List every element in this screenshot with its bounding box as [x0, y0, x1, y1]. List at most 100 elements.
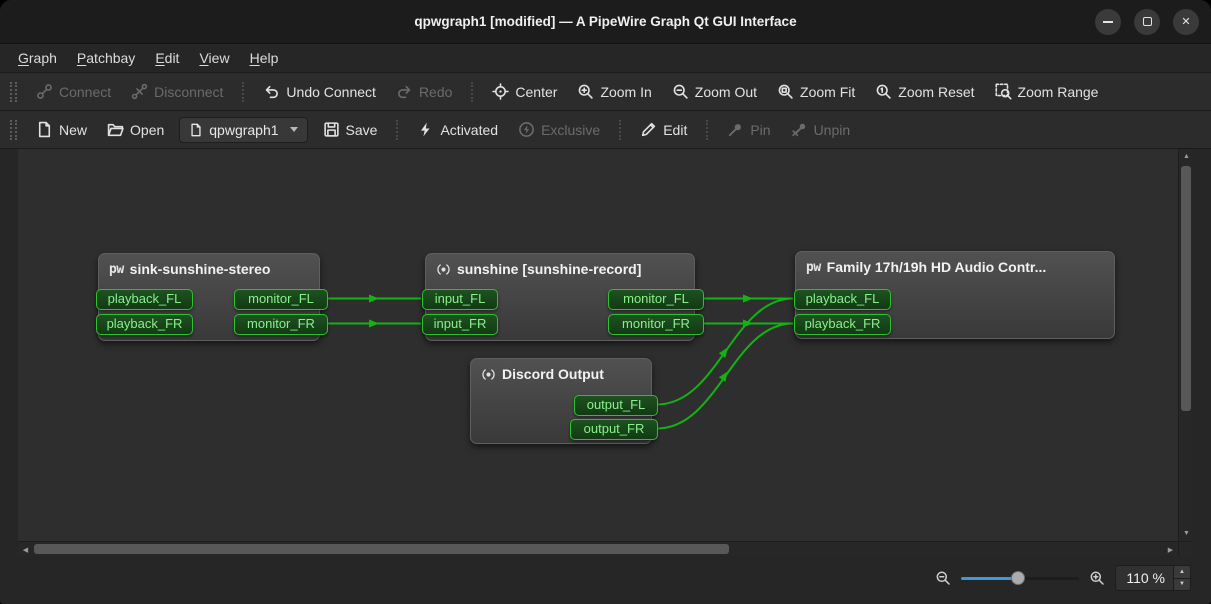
- toolbar-separator: [242, 82, 244, 102]
- edit-toggle[interactable]: Edit: [631, 116, 696, 143]
- port-output-fl[interactable]: output_FL: [574, 395, 658, 416]
- node-discord-output[interactable]: Discord Output output_FL output_FR: [470, 358, 652, 444]
- menu-help[interactable]: Help: [240, 47, 289, 69]
- vertical-scrollbar[interactable]: ▲ ▼: [1178, 149, 1193, 541]
- scroll-right-arrow[interactable]: ▶: [1163, 542, 1178, 557]
- toolbar-drag-handle[interactable]: [10, 120, 17, 140]
- toolbar-main: Connect Disconnect Undo Connect Redo Cen…: [0, 73, 1211, 111]
- activated-toggle[interactable]: Activated: [408, 116, 507, 143]
- zoom-reset-button[interactable]: Zoom Reset: [866, 78, 983, 105]
- window-title: qpwgraph1 [modified] — A PipeWire Graph …: [414, 14, 796, 29]
- open-button[interactable]: Open: [98, 116, 173, 143]
- open-folder-icon: [107, 121, 124, 138]
- toolbar-separator: [706, 120, 708, 140]
- menu-view[interactable]: View: [189, 47, 239, 69]
- menu-patchbay[interactable]: Patchbay: [67, 47, 145, 69]
- zoom-in-icon[interactable]: [1089, 570, 1105, 586]
- zoom-slider-handle[interactable]: [1011, 571, 1025, 585]
- port-input-fl[interactable]: input_FL: [422, 289, 498, 310]
- patchbay-file-icon: [189, 123, 203, 137]
- port-monitor-fl[interactable]: monitor_FL: [234, 289, 328, 310]
- port-playback-fr[interactable]: playback_FR: [96, 314, 193, 335]
- save-button[interactable]: Save: [314, 116, 387, 143]
- minimize-button[interactable]: [1095, 9, 1121, 35]
- spin-up-button[interactable]: ▲: [1174, 566, 1190, 579]
- port-monitor-fr[interactable]: monitor_FR: [608, 314, 704, 335]
- scrollbar-corner: [1178, 541, 1193, 556]
- edge-arrow-icon: [743, 320, 753, 328]
- zoom-spin-arrows: ▲ ▼: [1173, 566, 1190, 590]
- port-playback-fl[interactable]: playback_FL: [794, 289, 891, 310]
- record-icon: [481, 367, 496, 382]
- zoom-range-button[interactable]: Zoom Range: [986, 78, 1108, 105]
- zoom-fit-button[interactable]: Zoom Fit: [768, 78, 864, 105]
- vertical-scroll-handle[interactable]: [1181, 166, 1191, 411]
- menu-edit[interactable]: Edit: [145, 47, 189, 69]
- port-input-fr[interactable]: input_FR: [422, 314, 498, 335]
- node-title: pw sink-sunshine-stereo: [99, 254, 319, 277]
- unpin-icon: [791, 121, 808, 138]
- node-title: Discord Output: [471, 359, 651, 382]
- zoom-spinbox[interactable]: 110 % ▲ ▼: [1115, 565, 1191, 591]
- zoom-out-icon[interactable]: [935, 570, 951, 586]
- edge-arrow-icon: [369, 295, 379, 303]
- zoom-reset-icon: [875, 83, 892, 100]
- redo-button[interactable]: Redo: [387, 78, 461, 105]
- patchbay-combobox-value: qpwgraph1: [209, 122, 278, 138]
- undo-connect-button[interactable]: Undo Connect: [254, 78, 385, 105]
- menu-graph[interactable]: Graph: [8, 47, 67, 69]
- exclusive-bolt-icon: [518, 121, 535, 138]
- graph-canvas[interactable]: pw sink-sunshine-stereo playback_FL play…: [18, 149, 1178, 541]
- maximize-icon: [1143, 17, 1152, 26]
- exclusive-toggle[interactable]: Exclusive: [509, 116, 609, 143]
- zoom-out-button[interactable]: Zoom Out: [663, 78, 766, 105]
- zoom-in-button[interactable]: Zoom In: [568, 78, 660, 105]
- toolbar-drag-handle[interactable]: [10, 82, 17, 102]
- horizontal-scroll-handle[interactable]: [34, 544, 729, 554]
- titlebar[interactable]: qpwgraph1 [modified] — A PipeWire Graph …: [0, 0, 1211, 44]
- center-button[interactable]: Center: [483, 78, 566, 105]
- center-icon: [492, 83, 509, 100]
- zoom-value[interactable]: 110 %: [1116, 566, 1173, 590]
- undo-icon: [263, 83, 280, 100]
- spin-down-button[interactable]: ▼: [1174, 579, 1190, 591]
- node-sunshine[interactable]: sunshine [sunshine-record] input_FL inpu…: [425, 253, 695, 341]
- port-monitor-fl[interactable]: monitor_FL: [608, 289, 704, 310]
- maximize-button[interactable]: [1134, 9, 1160, 35]
- horizontal-scrollbar[interactable]: ◀ ▶: [18, 541, 1178, 556]
- disconnect-icon: [131, 83, 148, 100]
- record-icon: [436, 262, 451, 277]
- port-playback-fl[interactable]: playback_FL: [96, 289, 193, 310]
- zoom-range-icon: [995, 83, 1012, 100]
- close-button[interactable]: ✕: [1173, 9, 1199, 35]
- menubar: Graph Patchbay Edit View Help: [0, 44, 1211, 73]
- edge-arrow-icon: [369, 320, 379, 328]
- connect-button[interactable]: Connect: [27, 78, 120, 105]
- node-title: pw Family 17h/19h HD Audio Contr...: [796, 252, 1114, 275]
- redo-icon: [396, 83, 413, 100]
- connect-icon: [36, 83, 53, 100]
- scroll-down-arrow[interactable]: ▼: [1179, 526, 1194, 541]
- zoom-in-icon: [577, 83, 594, 100]
- port-playback-fr[interactable]: playback_FR: [794, 314, 891, 335]
- edit-pencil-icon: [640, 121, 657, 138]
- port-output-fr[interactable]: output_FR: [570, 419, 658, 440]
- pipewire-icon: pw: [806, 260, 821, 275]
- patchbay-combobox[interactable]: qpwgraph1: [179, 117, 307, 143]
- scroll-up-arrow[interactable]: ▲: [1179, 149, 1194, 164]
- scroll-left-arrow[interactable]: ◀: [18, 542, 33, 557]
- unpin-button[interactable]: Unpin: [782, 116, 860, 143]
- close-icon: ✕: [1181, 15, 1190, 28]
- zoom-slider[interactable]: [961, 570, 1079, 586]
- node-sink-sunshine-stereo[interactable]: pw sink-sunshine-stereo playback_FL play…: [98, 253, 320, 341]
- new-button[interactable]: New: [27, 116, 96, 143]
- statusbar: 110 % ▲ ▼: [0, 556, 1211, 604]
- pin-button[interactable]: Pin: [718, 116, 779, 143]
- port-monitor-fr[interactable]: monitor_FR: [234, 314, 328, 335]
- node-family-hd-audio[interactable]: pw Family 17h/19h HD Audio Contr... play…: [795, 251, 1115, 339]
- connections-layer: [18, 149, 1178, 541]
- disconnect-button[interactable]: Disconnect: [122, 78, 232, 105]
- toolbar-separator: [396, 120, 398, 140]
- minimize-icon: [1103, 21, 1113, 23]
- window-controls: ✕: [1095, 0, 1199, 43]
